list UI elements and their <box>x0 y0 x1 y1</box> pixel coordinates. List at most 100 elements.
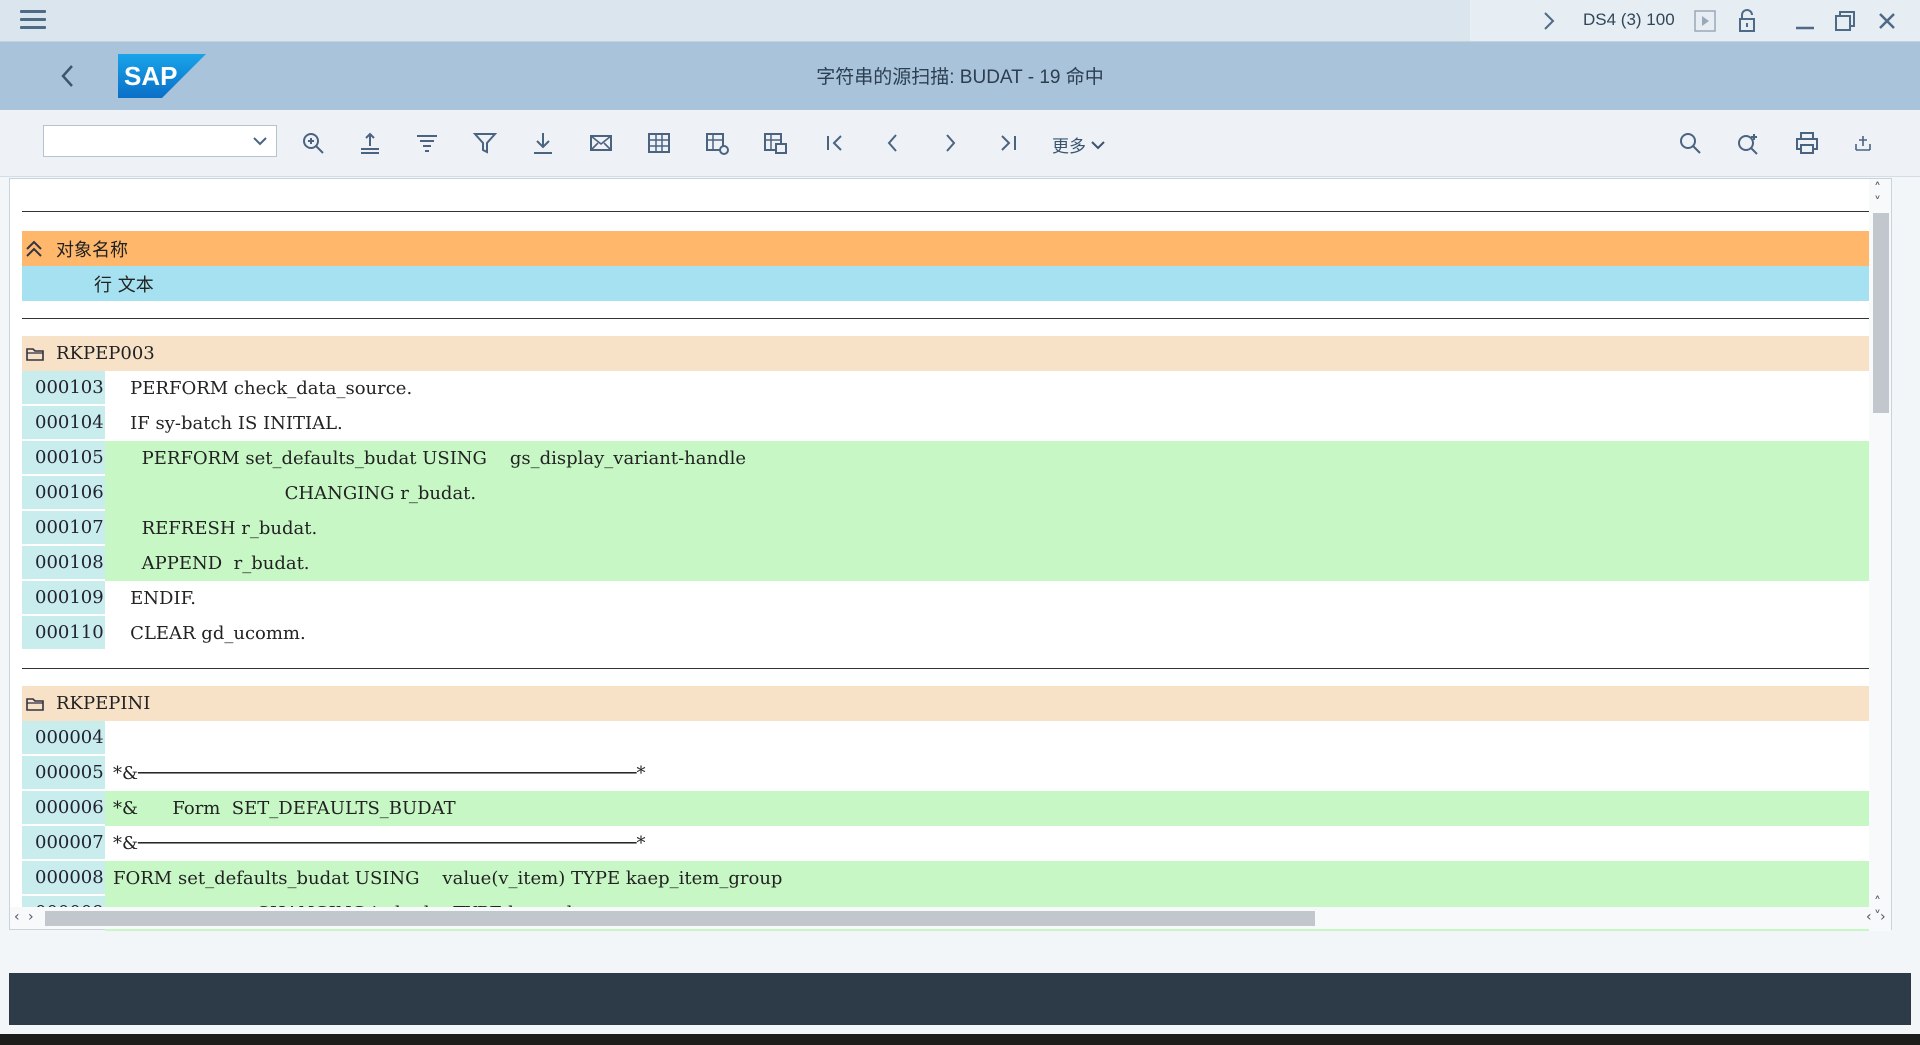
header-object-name: 对象名称 <box>22 231 1878 266</box>
line-code: PERFORM set_defaults_budat USING gs_disp… <box>105 441 1878 476</box>
menu-icon[interactable] <box>20 10 46 30</box>
table-icon[interactable] <box>646 130 672 156</box>
filter-icon[interactable] <box>472 130 498 156</box>
code-line[interactable]: 000105 PERFORM set_defaults_budat USING … <box>22 441 1878 476</box>
code-line[interactable]: 000004 <box>22 721 1878 756</box>
line-code: APPEND r_budat. <box>105 546 1878 581</box>
line-number: 000104 <box>22 406 105 439</box>
minimize-icon[interactable] <box>1792 8 1818 34</box>
system-info[interactable]: DS4 (3) 100 <box>1583 10 1675 30</box>
code-line[interactable]: 000008 FORM set_defaults_budat USING valu… <box>22 861 1878 896</box>
play-icon[interactable] <box>1692 8 1718 34</box>
chevron-down-icon <box>1091 140 1105 149</box>
os-taskbar <box>0 1034 1920 1045</box>
toolbar: 更多 <box>0 110 1920 177</box>
group-name: RKPEP003 <box>56 343 155 364</box>
code-line[interactable]: 000104 IF sy-batch IS INITIAL. <box>22 406 1878 441</box>
chevron-right-icon[interactable] <box>1536 8 1562 34</box>
line-number: 000005 <box>22 756 105 789</box>
page-title: 字符串的源扫描: BUDAT - 19 命中 <box>816 67 1104 88</box>
code-line[interactable]: 000109 ENDIF. <box>22 581 1878 616</box>
group-name: RKPEPINI <box>56 693 151 714</box>
line-number: 000110 <box>22 616 105 649</box>
chevron-down-icon <box>253 137 267 146</box>
zoom-details-icon[interactable] <box>300 130 326 156</box>
code-line[interactable]: 000007 *&────────────────────────────────… <box>22 826 1878 861</box>
code-line[interactable]: 000006 *& Form SET_DEFAULTS_BUDAT <box>22 791 1878 826</box>
close-icon[interactable] <box>1874 8 1900 34</box>
system-bar: DS4 (3) 100 <box>0 0 1920 42</box>
collapse-icon[interactable] <box>24 239 48 259</box>
header-line-text: 行 文本 <box>22 266 1878 301</box>
scroll-left-icon[interactable]: ‹ <box>1866 909 1872 925</box>
scroll-down-icon[interactable]: ˅ <box>1874 195 1881 211</box>
lock-open-icon[interactable] <box>1734 8 1760 34</box>
horizontal-scrollbar[interactable]: ‹ › ‹ › <box>10 907 1886 929</box>
mail-icon[interactable] <box>588 130 614 156</box>
search-next-icon[interactable] <box>1735 130 1761 156</box>
line-code: CLEAR gd_ucomm. <box>105 616 1878 651</box>
report-page: 对象名称 行 文本 RKPEP003 000103 PERFORM check_… <box>22 211 1878 931</box>
search-icon[interactable] <box>1677 130 1703 156</box>
code-line[interactable]: 000108 APPEND r_budat. <box>22 546 1878 581</box>
list-output: 对象名称 行 文本 RKPEP003 000103 PERFORM check_… <box>9 178 1892 931</box>
last-page-icon[interactable] <box>995 130 1021 156</box>
layout-select[interactable] <box>43 125 277 157</box>
more-label: 更多 <box>1052 137 1086 156</box>
line-code: FORM set_defaults_budat USING value(v_it… <box>105 861 1878 896</box>
title-bar: SAP 字符串的源扫描: BUDAT - 19 命中 <box>0 42 1920 110</box>
line-number: 000106 <box>22 476 105 509</box>
restore-icon[interactable] <box>1832 8 1858 34</box>
exit-icon[interactable] <box>1850 130 1876 156</box>
line-code: IF sy-batch IS INITIAL. <box>105 406 1878 441</box>
sort-ascending-icon[interactable] <box>357 130 383 156</box>
scroll-left-icon[interactable]: ‹ <box>14 909 20 925</box>
line-code: *&──────────────────────────────────────… <box>105 756 1878 791</box>
vertical-scrollbar[interactable]: ˄ ˅ ˄ ˅ <box>1869 179 1891 931</box>
line-code: ENDIF. <box>105 581 1878 616</box>
line-code <box>105 721 1878 756</box>
code-line[interactable]: 000110 CLEAR gd_ucomm. <box>22 616 1878 651</box>
next-page-icon[interactable] <box>937 130 963 156</box>
line-number: 000004 <box>22 721 105 754</box>
divider <box>22 668 1878 669</box>
group-row[interactable]: RKPEPINI <box>22 686 1878 721</box>
horizontal-scroll-thumb[interactable] <box>45 911 1315 926</box>
more-menu[interactable]: 更多 <box>1052 132 1106 157</box>
line-number: 000108 <box>22 546 105 579</box>
divider <box>22 318 1878 319</box>
print-icon[interactable] <box>1794 130 1820 156</box>
line-code: PERFORM check_data_source. <box>105 371 1878 406</box>
table-export-icon[interactable] <box>762 130 788 156</box>
line-number: 000103 <box>22 371 105 404</box>
download-icon[interactable] <box>530 130 556 156</box>
line-code: *& Form SET_DEFAULTS_BUDAT <box>105 791 1878 826</box>
folder-icon[interactable] <box>26 696 50 712</box>
header-object-name-label: 对象名称 <box>56 239 128 261</box>
line-number: 000107 <box>22 511 105 544</box>
code-line[interactable]: 000106 CHANGING r_budat. <box>22 476 1878 511</box>
code-lines: 000004 000005 *&──────────────────────────… <box>22 721 1878 931</box>
code-line[interactable]: 000107 REFRESH r_budat. <box>22 511 1878 546</box>
scroll-right-icon[interactable]: › <box>28 909 34 925</box>
line-number: 000105 <box>22 441 105 474</box>
status-bar <box>9 973 1911 1025</box>
first-page-icon[interactable] <box>822 130 848 156</box>
header-line-text-label: 行 文本 <box>94 274 154 296</box>
code-lines: 000103 PERFORM check_data_source. 000104 … <box>22 371 1878 651</box>
code-line[interactable]: 000005 *&────────────────────────────────… <box>22 756 1878 791</box>
line-code: CHANGING r_budat. <box>105 476 1878 511</box>
sort-icon[interactable] <box>414 130 440 156</box>
folder-icon[interactable] <box>26 346 50 362</box>
line-number: 000006 <box>22 791 105 824</box>
previous-page-icon[interactable] <box>880 130 906 156</box>
table-settings-icon[interactable] <box>704 130 730 156</box>
vertical-scroll-thumb[interactable] <box>1873 213 1889 413</box>
line-number: 000109 <box>22 581 105 614</box>
line-code: REFRESH r_budat. <box>105 511 1878 546</box>
line-code: *&──────────────────────────────────────… <box>105 826 1878 861</box>
line-number: 000007 <box>22 826 105 859</box>
group-row[interactable]: RKPEP003 <box>22 336 1878 371</box>
code-line[interactable]: 000103 PERFORM check_data_source. <box>22 371 1878 406</box>
scroll-right-icon[interactable]: › <box>1880 909 1886 925</box>
